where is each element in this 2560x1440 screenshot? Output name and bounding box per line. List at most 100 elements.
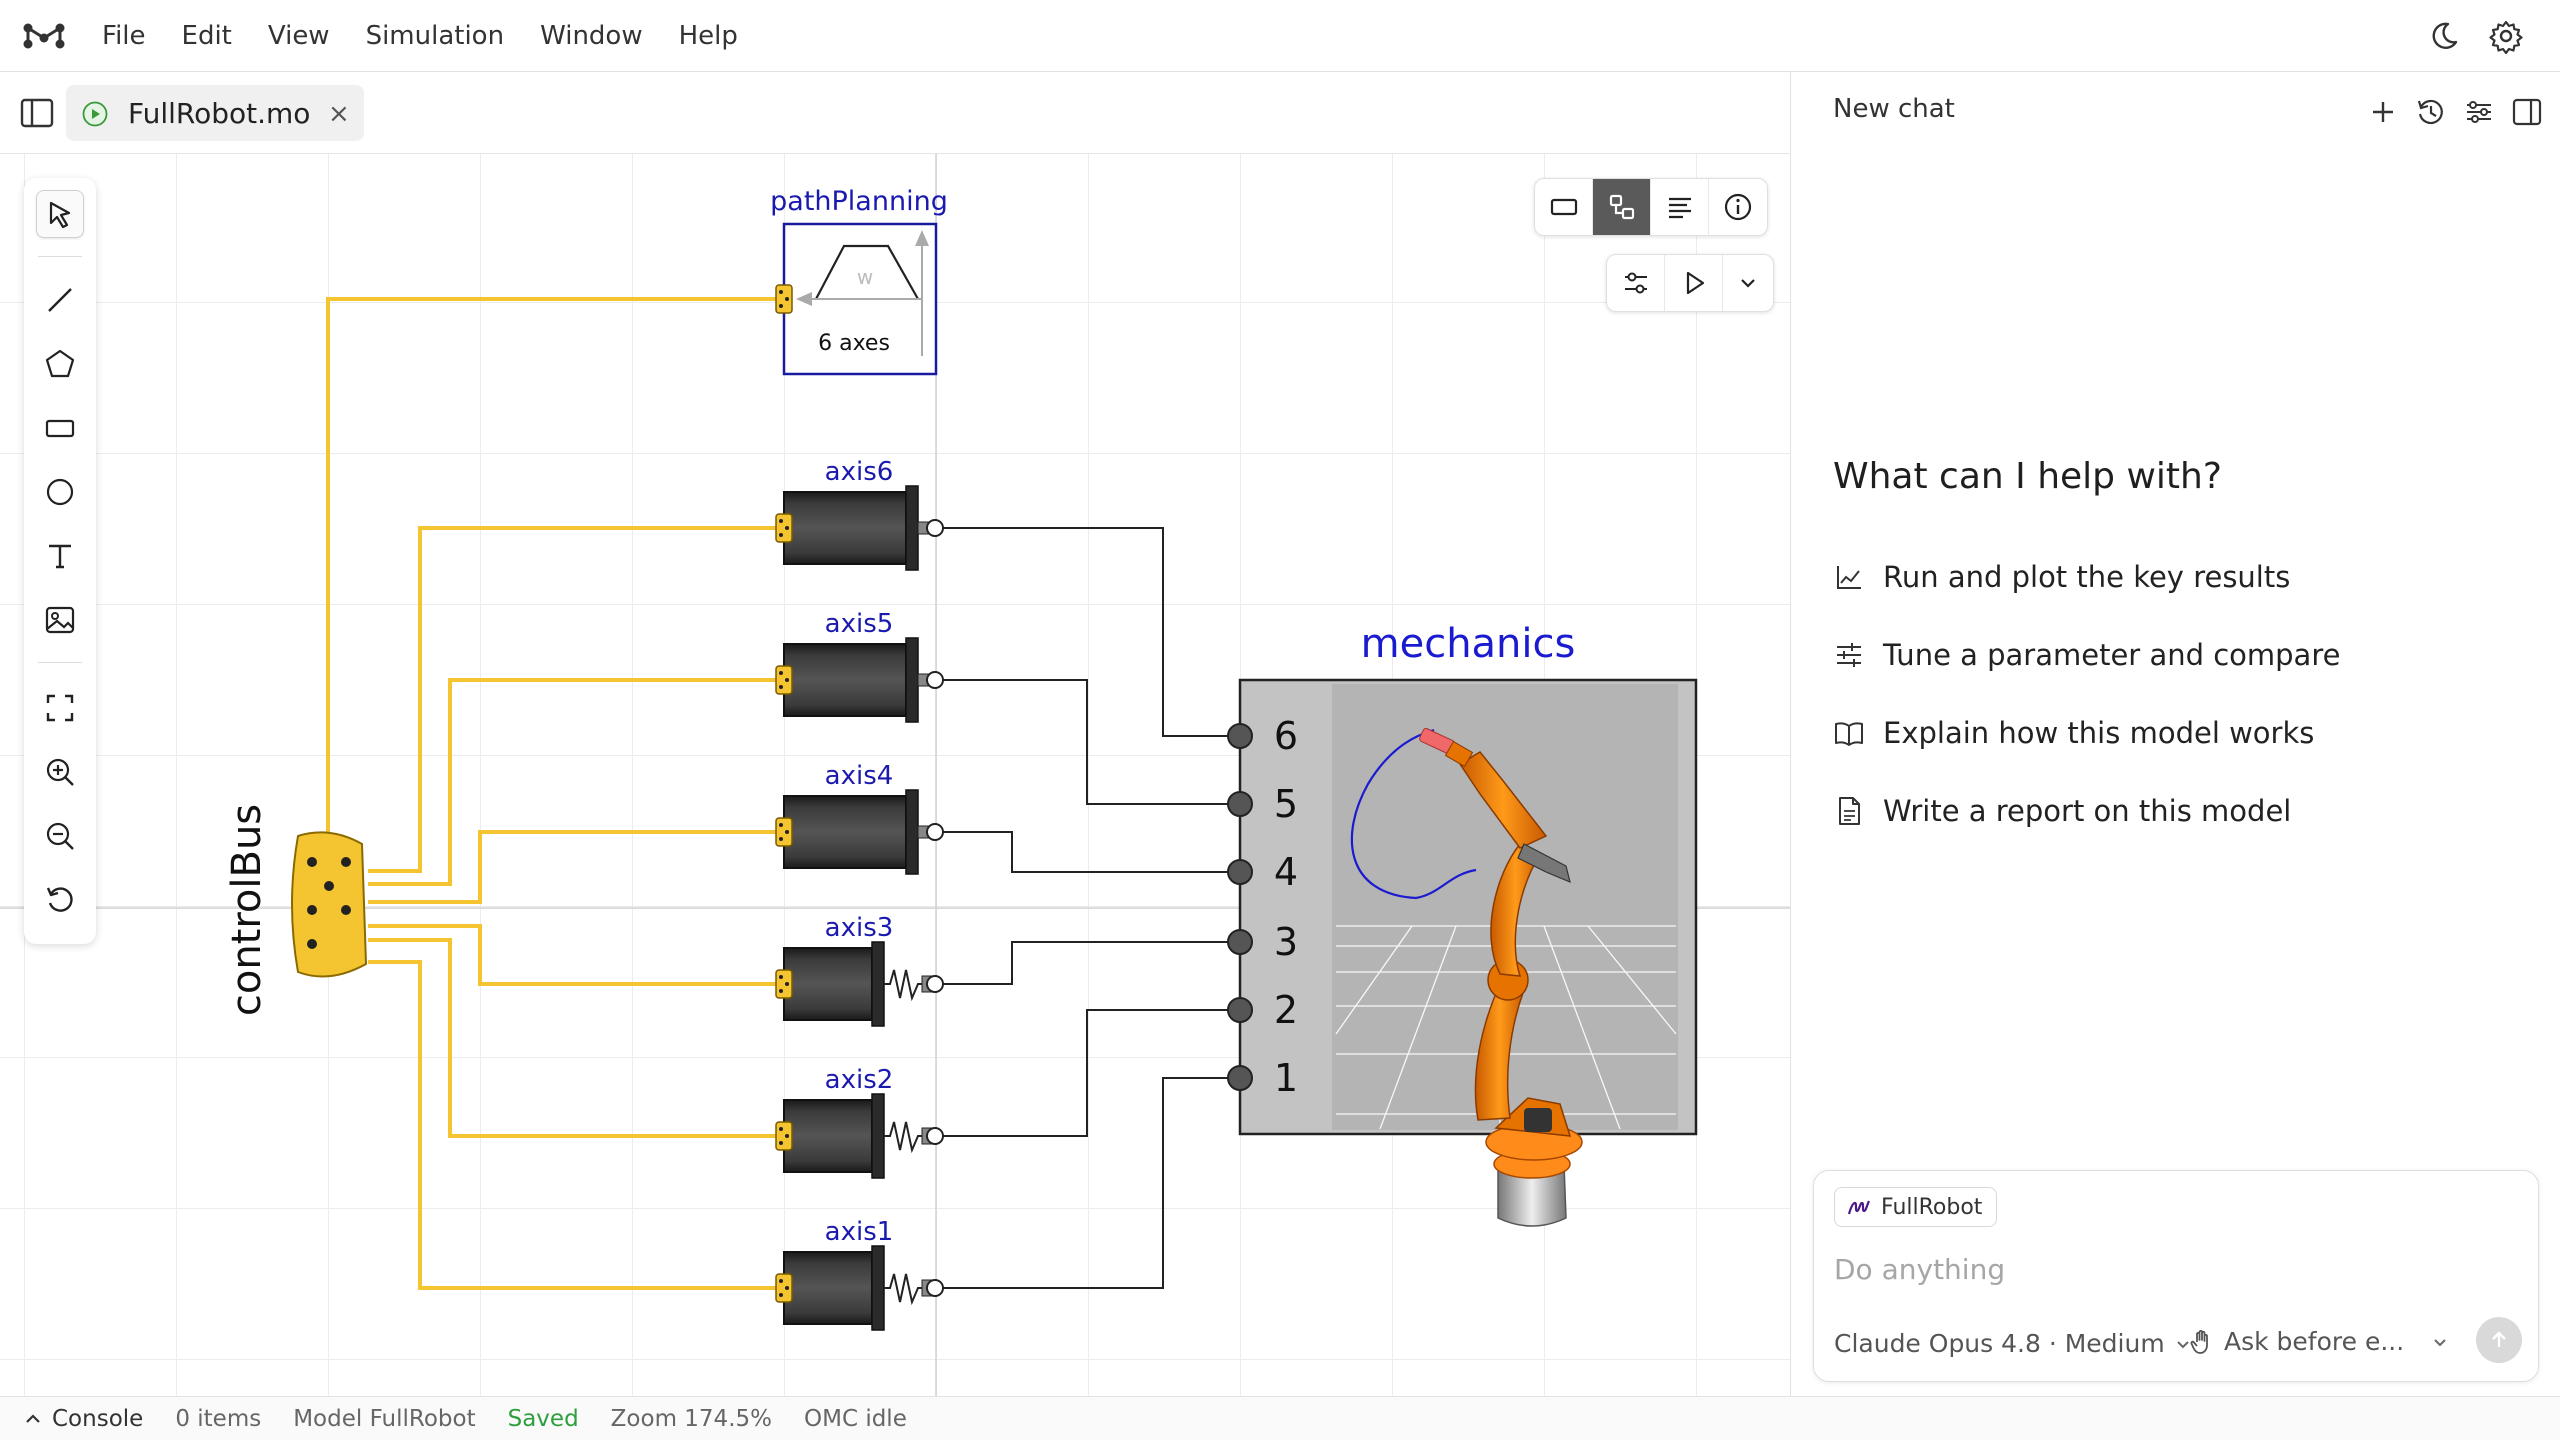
- drawing-toolbar: [24, 178, 96, 944]
- sliders-icon: [1837, 643, 1861, 667]
- mechanics-port[interactable]: [1227, 723, 1253, 749]
- history-icon[interactable]: [2415, 96, 2447, 128]
- mechanics-port-label: 1: [1274, 1056, 1298, 1100]
- axis-label: axis3: [825, 913, 894, 943]
- permission-selector[interactable]: Ask before e...: [2188, 1327, 2450, 1356]
- toggle-sidebar-icon[interactable]: [20, 98, 54, 128]
- console-toggle[interactable]: Console: [24, 1406, 143, 1432]
- chat-settings-sliders-icon[interactable]: [2463, 96, 2495, 128]
- path-planning-sublabel: 6 axes: [818, 331, 890, 356]
- view-mode-toolbar: [1534, 178, 1768, 236]
- mechanics-port[interactable]: [1227, 997, 1253, 1023]
- axis-label: axis4: [825, 761, 894, 791]
- zoom-in-tool[interactable]: [36, 748, 84, 796]
- zoom-out-tool[interactable]: [36, 812, 84, 860]
- mechanics-block[interactable]: mechanics 654321: [1227, 621, 1698, 1227]
- flange-port[interactable]: [926, 823, 944, 841]
- mechanics-port[interactable]: [1227, 859, 1253, 885]
- flange-port[interactable]: [926, 1279, 944, 1297]
- status-saved: Saved: [507, 1405, 579, 1432]
- dark-mode-moon-icon[interactable]: [2426, 18, 2462, 54]
- suggestion-write-report[interactable]: Write a report on this model: [1833, 786, 2291, 836]
- axis-component[interactable]: axis6: [775, 457, 944, 571]
- mechanics-port[interactable]: [1227, 791, 1253, 817]
- mechanics-port[interactable]: [1227, 1065, 1253, 1091]
- send-button[interactable]: [2476, 1317, 2522, 1363]
- fit-to-view-tool[interactable]: [36, 684, 84, 732]
- control-bus-connector[interactable]: controlBus: [224, 804, 368, 1016]
- suggestion-run-and-plot[interactable]: Run and plot the key results: [1833, 552, 2290, 602]
- menu-file[interactable]: File: [102, 21, 146, 51]
- suggestion-label: Explain how this model works: [1883, 716, 2315, 750]
- flange-port[interactable]: [926, 519, 944, 537]
- toggle-panel-icon[interactable]: [2511, 96, 2543, 128]
- console-items-count: 0 items: [175, 1405, 262, 1432]
- menu-help[interactable]: Help: [679, 21, 738, 51]
- bus-port[interactable]: [775, 1273, 793, 1303]
- text-tool[interactable]: [36, 532, 84, 580]
- select-tool[interactable]: [36, 190, 84, 238]
- new-chat-plus-icon[interactable]: [2367, 96, 2399, 128]
- motor-flange: [905, 485, 919, 571]
- text-lines-icon: [1668, 197, 1691, 219]
- path-planning-block[interactable]: pathPlanning w 6 axes: [770, 186, 948, 376]
- tab-close-icon[interactable]: ×: [328, 99, 350, 129]
- ellipse-tool[interactable]: [36, 468, 84, 516]
- simulation-options-dropdown[interactable]: [1723, 255, 1773, 311]
- axis-component[interactable]: axis5: [775, 609, 944, 723]
- tab-fullrobot[interactable]: FullRobot.mo ×: [66, 85, 364, 141]
- motor-flange: [871, 1245, 885, 1331]
- rectangle-tool[interactable]: [36, 404, 84, 452]
- simulate-play-icon[interactable]: [82, 101, 108, 127]
- toolbar-separator: [38, 256, 82, 257]
- text-view-button[interactable]: [1651, 179, 1709, 235]
- chat-input[interactable]: [1834, 1253, 2514, 1286]
- axis-component[interactable]: axis3: [775, 913, 944, 1027]
- context-chip[interactable]: FullRobot: [1834, 1187, 1998, 1227]
- suggestion-explain-model[interactable]: Explain how this model works: [1833, 708, 2314, 758]
- mechanics-port-label: 2: [1274, 988, 1298, 1032]
- chat-title: New chat: [1833, 94, 1955, 124]
- menu-edit[interactable]: Edit: [182, 21, 232, 51]
- documentation-view-button[interactable]: [1709, 179, 1767, 235]
- run-simulation-button[interactable]: [1665, 255, 1723, 311]
- flange-port[interactable]: [926, 1127, 944, 1145]
- line-icon: [48, 288, 72, 312]
- main-menu: File Edit View Simulation Window Help: [102, 0, 774, 72]
- bus-port[interactable]: [775, 969, 793, 999]
- menu-window[interactable]: Window: [540, 21, 643, 51]
- diagram-view-button[interactable]: [1593, 179, 1651, 235]
- motor-flange: [871, 1093, 885, 1179]
- model-selector[interactable]: Claude Opus 4.8 · Medium: [1834, 1329, 2193, 1358]
- bus-port[interactable]: [775, 817, 793, 847]
- diagram-canvas[interactable]: controlBus pathPlanning w 6 axes axis6 ax…: [0, 154, 1790, 1396]
- bus-port[interactable]: [775, 665, 793, 695]
- suggestion-tune-parameter[interactable]: Tune a parameter and compare: [1833, 630, 2340, 680]
- line-tool[interactable]: [36, 276, 84, 324]
- mechanics-port[interactable]: [1227, 929, 1253, 955]
- bus-port[interactable]: [775, 1121, 793, 1151]
- simulation-settings-button[interactable]: [1607, 255, 1665, 311]
- mechanics-port-label: 6: [1274, 714, 1298, 758]
- bus-connections: [326, 297, 783, 1290]
- mechanics-label: mechanics: [1361, 621, 1576, 667]
- axis-component[interactable]: axis1: [775, 1217, 944, 1331]
- menu-simulation[interactable]: Simulation: [366, 21, 505, 51]
- modelica-m-icon: [1847, 1200, 1870, 1215]
- axis-component[interactable]: axis2: [775, 1065, 944, 1179]
- toolbar-separator: [38, 662, 82, 663]
- polygon-tool[interactable]: [36, 340, 84, 388]
- flange-port[interactable]: [926, 975, 944, 993]
- gear-spring: [884, 969, 924, 1002]
- flange-port[interactable]: [926, 671, 944, 689]
- app-logo-icon[interactable]: [22, 20, 66, 50]
- settings-gear-icon[interactable]: [2488, 18, 2524, 54]
- bus-port[interactable]: [775, 513, 793, 543]
- tab-filename: FullRobot.mo: [128, 97, 311, 130]
- image-tool[interactable]: [36, 596, 84, 644]
- suggestion-label: Run and plot the key results: [1883, 560, 2291, 594]
- axis-component[interactable]: axis4: [775, 761, 944, 875]
- reset-view-tool[interactable]: [36, 876, 84, 924]
- menu-view[interactable]: View: [268, 21, 330, 51]
- icon-view-button[interactable]: [1535, 179, 1593, 235]
